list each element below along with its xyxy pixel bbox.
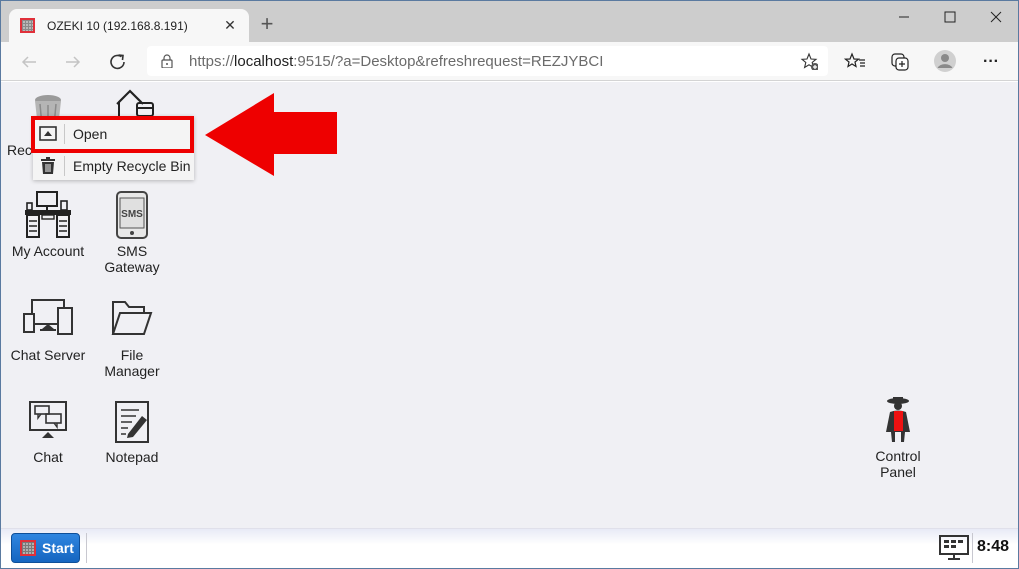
tab-title: OZEKI 10 (192.168.8.191) [47, 18, 188, 33]
svg-text:SMS: SMS [121, 209, 143, 220]
reload-button[interactable] [104, 48, 132, 76]
desktop-monitor-icon[interactable] [939, 535, 969, 561]
taskbar-separator [972, 533, 973, 563]
forward-arrow-icon [66, 56, 81, 68]
favorites-button[interactable] [844, 51, 866, 73]
minimize-button[interactable] [881, 1, 927, 33]
close-tab-icon[interactable]: ✕ [219, 15, 241, 37]
control-panel-figure-icon [886, 397, 910, 442]
desktop-icon-chat-server[interactable]: Chat Server [5, 298, 91, 363]
profile-icon [934, 50, 956, 72]
desktop-icon-label: Chat [33, 449, 63, 465]
start-button[interactable]: Start [11, 533, 80, 563]
desktop-icon-label: File Manager [104, 347, 160, 379]
desktop-icon-notepad[interactable]: Notepad [89, 400, 175, 465]
chat-server-devices-icon [23, 299, 73, 335]
taskbar: Start 8:48 [1, 528, 1018, 568]
browser-window: OZEKI 10 (192.168.8.191) ✕ + https://loc… [0, 0, 1019, 569]
maximize-button[interactable] [927, 1, 973, 33]
address-bar[interactable]: https://localhost:9515/?a=Desktop&refres… [147, 46, 828, 76]
trash-icon [41, 157, 55, 174]
maximize-icon [944, 11, 956, 23]
red-arrow-annotation-icon [205, 93, 337, 176]
desktop-icon-label: SMS Gateway [104, 243, 160, 275]
clock: 8:48 [976, 538, 1009, 555]
profile-button[interactable] [933, 49, 957, 73]
favorites-icon [844, 52, 865, 68]
context-menu-label: Empty Recycle Bin [73, 158, 191, 174]
sms-phone-icon: SMS [116, 191, 148, 239]
collections-button[interactable] [889, 51, 911, 73]
taskbar-separator [86, 533, 87, 563]
desktop-icon-my-account[interactable]: My Account [5, 190, 91, 259]
browser-tab[interactable]: OZEKI 10 (192.168.8.191) ✕ [9, 9, 249, 42]
back-button[interactable] [15, 48, 43, 76]
desktop-icon-control-panel[interactable]: Control Panel [855, 396, 941, 480]
reload-icon [110, 54, 125, 70]
url-text: https://localhost:9515/?a=Desktop&refres… [189, 52, 604, 70]
desktop-icon-label: Control Panel [875, 448, 921, 480]
desktop-icon-sms-gateway[interactable]: SMS SMS Gateway [89, 190, 175, 275]
back-arrow-icon [21, 56, 36, 68]
add-favorite-icon[interactable] [800, 52, 818, 70]
notepad-icon [115, 401, 149, 443]
context-menu-item-empty-recycle-bin[interactable]: Empty Recycle Bin [33, 152, 194, 180]
ozeki-logo-icon [20, 540, 36, 556]
desktop-icon-chat[interactable]: Chat [5, 400, 91, 465]
forward-button[interactable] [59, 48, 87, 76]
close-icon [990, 11, 1002, 23]
desk-icon [25, 191, 71, 238]
desktop-icon-file-manager[interactable]: File Manager [89, 298, 175, 379]
highlight-annotation-box [31, 116, 194, 153]
minimize-icon [899, 16, 909, 18]
lock-icon [161, 54, 173, 68]
title-bar: OZEKI 10 (192.168.8.191) ✕ + [1, 1, 1018, 42]
ozeki-favicon-icon [20, 18, 35, 33]
close-window-button[interactable] [973, 1, 1019, 33]
more-button[interactable]: ··· [980, 51, 1002, 73]
folder-icon [111, 301, 153, 335]
chat-monitor-icon [29, 401, 67, 438]
new-tab-button[interactable]: + [256, 13, 278, 35]
start-label: Start [42, 540, 74, 556]
desktop-icon-label: Notepad [105, 449, 159, 465]
desktop-icon-home[interactable] [89, 88, 175, 118]
browser-toolbar: https://localhost:9515/?a=Desktop&refres… [1, 42, 1018, 81]
desktop-icon-label: My Account [11, 243, 85, 259]
desktop-icon-label: Chat Server [10, 347, 86, 363]
collections-icon [891, 53, 909, 71]
menu-separator [64, 156, 65, 176]
home-icon [116, 89, 154, 117]
